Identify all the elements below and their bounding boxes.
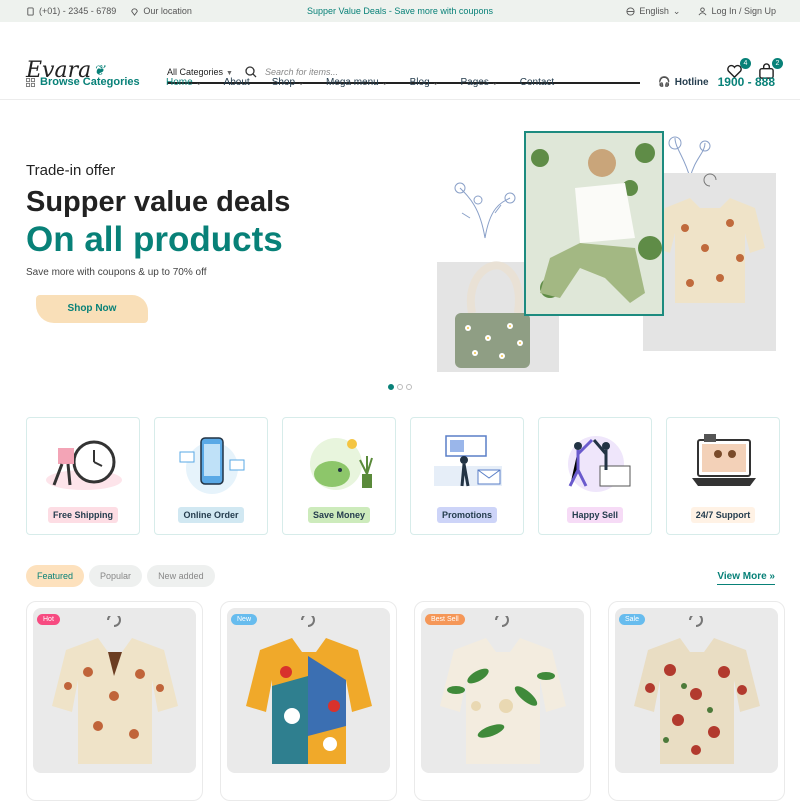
browse-categories-button[interactable]: Browse Categories — [26, 76, 140, 88]
category-select[interactable]: All Categories ▼ — [167, 67, 237, 77]
chevron-down-icon: ⌄ — [298, 80, 304, 87]
product-tabs: Featured Popular New added — [26, 565, 215, 587]
tab-new-added[interactable]: New added — [147, 565, 215, 587]
hero-title-accent: On all products — [26, 220, 283, 259]
nav-shop-label: Shop — [271, 77, 296, 88]
feature-label: 24/7 Support — [690, 507, 756, 523]
hotline[interactable]: 🎧 Hotline 1900 - 888 — [658, 75, 775, 89]
slide-dot[interactable] — [406, 384, 412, 390]
feature-label: Free Shipping — [47, 507, 118, 523]
cart-count: 2 — [772, 58, 783, 69]
chevron-down-icon: ⌄ — [381, 80, 388, 87]
account-link[interactable]: Log In / Sign Up — [698, 6, 776, 17]
product-badge: Sale — [619, 614, 646, 625]
nav-about[interactable]: About — [224, 77, 250, 88]
search-input[interactable]: Search for items... — [265, 67, 338, 77]
browse-label: Browse Categories — [40, 76, 140, 88]
chevron-down-icon: ⌄ — [491, 80, 498, 87]
nav-pages[interactable]: Pages ⌄ — [461, 77, 498, 88]
hotline-label: Hotline — [674, 76, 709, 88]
shipping-icon — [46, 440, 122, 490]
slide-dot[interactable] — [397, 384, 403, 390]
feature-card[interactable]: Online Order — [154, 417, 268, 535]
feature-label: Save Money — [307, 507, 371, 523]
nav-contact[interactable]: Contact — [520, 77, 554, 88]
header: Evara ❦ All Categories ▼ Search for items.… — [0, 22, 800, 84]
nav-mega-label: Mega menu — [325, 77, 379, 88]
category-select-label: All Categories — [167, 67, 224, 77]
product-badge: New — [231, 614, 258, 625]
product-image[interactable]: Sale — [615, 608, 778, 773]
product-card[interactable]: Best Sell — [414, 601, 591, 801]
nav-home-label: Home — [166, 77, 193, 88]
tab-featured[interactable]: Featured — [26, 565, 85, 587]
hero-banner: Trade-in offer Supper value deals On all… — [0, 100, 800, 400]
user-icon — [699, 6, 707, 15]
product-image[interactable]: Best Sell — [421, 608, 584, 773]
view-more-link[interactable]: View More » — [717, 571, 775, 585]
globe-icon — [626, 6, 635, 16]
feature-label: Online Order — [178, 507, 244, 523]
language-selector[interactable]: English ⌄ — [626, 6, 680, 17]
nav-blog[interactable]: Blog ⌄ — [410, 77, 439, 88]
promotions-icon — [434, 435, 502, 487]
nav-pages-label: Pages — [460, 77, 489, 88]
shirt-image — [634, 616, 760, 764]
product-image[interactable]: New — [227, 608, 390, 773]
product-badge: Hot — [37, 614, 60, 625]
nav-home[interactable]: Home ⌄ — [166, 77, 202, 88]
nav-blog-label: Blog — [409, 77, 430, 88]
product-badge: Best Sell — [425, 614, 465, 625]
chevron-down-icon: ⌄ — [195, 80, 202, 87]
chevron-down-icon: ⌄ — [432, 80, 439, 87]
account-label: Log In / Sign Up — [711, 6, 776, 16]
shirt-image — [440, 616, 566, 764]
shirt-image — [246, 616, 372, 764]
feature-card[interactable]: Promotions — [410, 417, 524, 535]
feature-card[interactable]: Save Money — [282, 417, 396, 535]
hero-text: Save more with coupons & up to 70% off — [26, 267, 207, 278]
caret-down-icon: ▼ — [226, 70, 233, 77]
top-bar: (+01) - 2345 - 6789 Our location Supper … — [0, 0, 800, 22]
product-card[interactable]: Sale — [608, 601, 785, 801]
product-card[interactable]: New — [220, 601, 397, 801]
shirt-image — [52, 616, 178, 764]
hero-title: Supper value deals — [26, 186, 291, 218]
hero-subtitle: Trade-in offer — [26, 162, 116, 179]
feature-label: Happy Sell — [566, 507, 623, 523]
grid-icon — [26, 77, 35, 87]
nav-shop[interactable]: Shop ⌄ — [272, 77, 304, 88]
feature-card[interactable]: Free Shipping — [26, 417, 140, 535]
feature-banners: Free Shipping Online Order Save Money Pr… — [26, 417, 780, 535]
feature-card[interactable]: Happy Sell — [538, 417, 652, 535]
tab-popular[interactable]: Popular — [89, 565, 143, 587]
language-label: English — [639, 6, 669, 16]
save-money-icon — [310, 438, 373, 490]
nav-mega-menu[interactable]: Mega menu ⌄ — [326, 77, 388, 88]
hero-image — [437, 131, 776, 372]
online-order-icon — [179, 437, 245, 494]
hotline-number: 1900 - 888 — [717, 75, 775, 89]
shop-now-button[interactable]: Shop Now — [36, 295, 148, 323]
feature-label: Promotions — [436, 507, 497, 523]
product-image[interactable]: Hot — [33, 608, 196, 773]
wishlist-count: 4 — [740, 58, 751, 69]
product-card[interactable]: Hot — [26, 601, 203, 801]
headset-icon: 🎧 — [658, 76, 671, 88]
feature-card[interactable]: 24/7 Support — [666, 417, 780, 535]
chevron-down-icon: ⌄ — [672, 5, 681, 16]
slider-dots — [388, 384, 412, 390]
support-icon — [692, 434, 756, 486]
main-nav: Browse Categories Home ⌄ About Shop ⌄ Mega… — [0, 75, 800, 100]
happy-sell-icon — [568, 436, 631, 492]
slide-dot[interactable] — [388, 384, 394, 390]
product-grid: Hot New Best Sell Sale — [26, 601, 785, 801]
